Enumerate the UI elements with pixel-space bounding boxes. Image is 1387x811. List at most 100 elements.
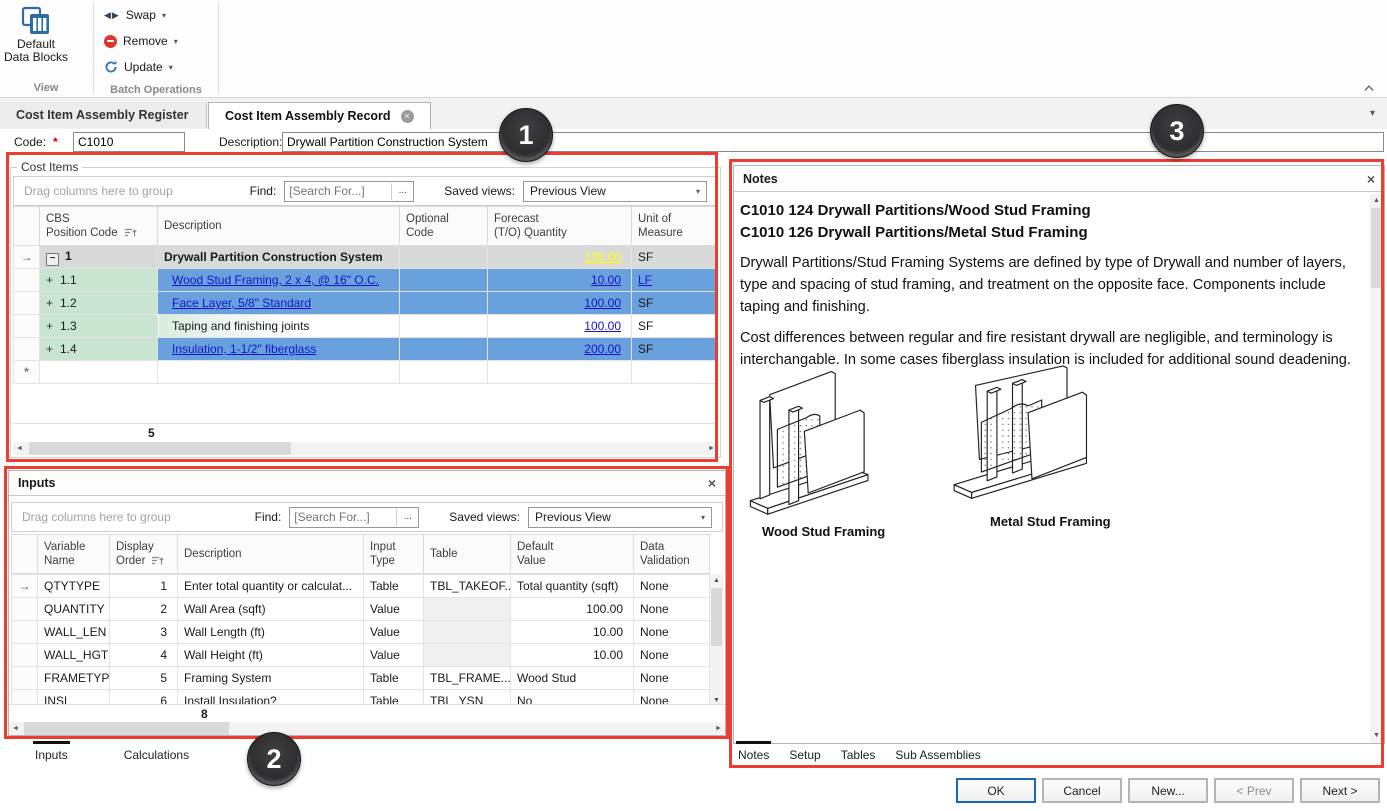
- variable-cell[interactable]: WALL_HGT: [38, 643, 110, 666]
- tab-close-icon[interactable]: ×: [401, 110, 414, 123]
- forecast-qty-link[interactable]: 100.00: [584, 250, 621, 264]
- cost-items-hscrollbar[interactable]: ◄ ►: [13, 442, 718, 455]
- uom-link[interactable]: LF: [638, 273, 652, 287]
- forecast-qty-cell[interactable]: 100.00: [488, 246, 632, 269]
- col-unit-of-measure[interactable]: Unit of Measure: [632, 207, 718, 246]
- scroll-right-icon[interactable]: ►: [705, 442, 718, 455]
- forecast-qty-link[interactable]: 100.00: [584, 296, 621, 310]
- default-value-cell[interactable]: 100.00: [511, 597, 634, 620]
- ok-button[interactable]: OK: [956, 778, 1036, 803]
- table-cell[interactable]: TBL_YSN: [424, 689, 511, 703]
- tab-tables[interactable]: Tables: [839, 741, 878, 768]
- group-by-drop-zone[interactable]: Drag columns here to group: [22, 510, 171, 524]
- new-button[interactable]: New...: [1128, 778, 1208, 803]
- optional-code-cell[interactable]: [400, 315, 488, 338]
- input-type-cell[interactable]: Value: [364, 643, 424, 666]
- input-type-cell[interactable]: Table: [364, 666, 424, 689]
- expand-icon[interactable]: +: [46, 296, 60, 310]
- forecast-qty-cell[interactable]: 200.00: [488, 338, 632, 361]
- validation-cell[interactable]: None: [634, 597, 710, 620]
- uom-cell[interactable]: SF: [632, 292, 718, 315]
- cost-item-link[interactable]: Insulation, 1-1/2" fiberglass: [172, 342, 316, 356]
- expand-icon[interactable]: +: [46, 273, 60, 287]
- description-cell[interactable]: Install Insulation?: [178, 689, 364, 703]
- scroll-down-icon[interactable]: ▼: [1370, 729, 1383, 742]
- cbs-code-cell[interactable]: +1.2: [40, 292, 158, 315]
- description-input[interactable]: [282, 132, 1384, 152]
- expand-icon[interactable]: +: [46, 319, 60, 333]
- optional-code-cell[interactable]: [400, 269, 488, 292]
- input-type-cell[interactable]: Value: [364, 597, 424, 620]
- search-options-button[interactable]: ...: [396, 509, 418, 526]
- col-table[interactable]: Table: [424, 534, 511, 573]
- default-value-cell[interactable]: 10.00: [511, 643, 634, 666]
- cbs-code-cell[interactable]: +1.1: [40, 269, 158, 292]
- input-type-cell[interactable]: Table: [364, 574, 424, 597]
- inputs-hscrollbar[interactable]: ◄ ►: [9, 722, 725, 735]
- tab-list-dropdown-icon[interactable]: ▾: [1370, 108, 1375, 119]
- vscroll-thumb[interactable]: [711, 588, 722, 646]
- col-forecast-quantity[interactable]: Forecast (T/O) Quantity: [488, 207, 632, 246]
- variable-cell[interactable]: INSL: [38, 689, 110, 703]
- search-options-button[interactable]: ...: [391, 183, 413, 200]
- default-value-cell[interactable]: Total quantity (sqft): [511, 574, 634, 597]
- inputs-close-icon[interactable]: ×: [708, 476, 716, 490]
- update-button[interactable]: Update ▾: [94, 54, 218, 80]
- prev-button[interactable]: < Prev: [1214, 778, 1294, 803]
- notes-close-icon[interactable]: ×: [1367, 172, 1375, 186]
- description-cell[interactable]: Drywall Partition Construction System: [158, 246, 400, 269]
- description-cell[interactable]: Insulation, 1-1/2" fiberglass: [158, 338, 400, 361]
- new-row[interactable]: *: [14, 361, 718, 384]
- uom-cell[interactable]: SF: [632, 246, 718, 269]
- col-cbs-position-code[interactable]: CBS Position Code: [40, 207, 158, 246]
- col-default-value[interactable]: Default Value: [511, 534, 634, 573]
- tab-sub-assemblies[interactable]: Sub Assemblies: [893, 741, 982, 768]
- order-cell[interactable]: 6: [110, 689, 178, 703]
- default-value-cell[interactable]: No: [511, 689, 634, 703]
- cost-item-link[interactable]: Face Layer, 5/8" Standard: [172, 296, 311, 310]
- forecast-qty-link[interactable]: 100.00: [584, 319, 621, 333]
- col-input-type[interactable]: Input Type: [364, 534, 424, 573]
- order-cell[interactable]: 1: [110, 574, 178, 597]
- tab-inputs[interactable]: Inputs: [33, 741, 70, 768]
- default-data-blocks-button[interactable]: Default Data Blocks: [3, 3, 69, 79]
- description-cell[interactable]: Taping and finishing joints: [158, 315, 400, 338]
- order-cell[interactable]: 3: [110, 620, 178, 643]
- optional-code-cell[interactable]: [400, 292, 488, 315]
- uom-cell[interactable]: SF: [632, 338, 718, 361]
- col-data-validation[interactable]: Data Validation: [634, 534, 710, 573]
- description-cell[interactable]: Face Layer, 5/8" Standard: [158, 292, 400, 315]
- table-cell[interactable]: TBL_TAKEOF...: [424, 574, 511, 597]
- forecast-qty-cell[interactable]: 10.00: [488, 269, 632, 292]
- tab-notes[interactable]: Notes: [736, 741, 771, 768]
- default-value-cell[interactable]: 10.00: [511, 620, 634, 643]
- optional-code-cell[interactable]: [400, 246, 488, 269]
- variable-cell[interactable]: QTYTYPE: [38, 574, 110, 597]
- validation-cell[interactable]: None: [634, 643, 710, 666]
- input-type-cell[interactable]: Value: [364, 620, 424, 643]
- order-cell[interactable]: 2: [110, 597, 178, 620]
- next-button[interactable]: Next >: [1300, 778, 1380, 803]
- cbs-code-cell[interactable]: −1: [40, 246, 158, 269]
- description-cell[interactable]: Wood Stud Framing, 2 x 4, @ 16" O.C.: [158, 269, 400, 292]
- col-description[interactable]: Description: [178, 534, 364, 573]
- hscroll-thumb[interactable]: [29, 442, 291, 455]
- code-input[interactable]: [73, 132, 185, 152]
- col-description[interactable]: Description: [158, 207, 400, 246]
- uom-cell[interactable]: SF: [632, 315, 718, 338]
- description-cell[interactable]: Enter total quantity or calculat...: [178, 574, 364, 597]
- group-by-drop-zone[interactable]: Drag columns here to group: [24, 184, 173, 198]
- optional-code-cell[interactable]: [400, 338, 488, 361]
- forecast-qty-cell[interactable]: 100.00: [488, 315, 632, 338]
- description-cell[interactable]: Wall Area (sqft): [178, 597, 364, 620]
- col-optional-code[interactable]: Optional Code: [400, 207, 488, 246]
- notes-vscrollbar[interactable]: ▲ ▼: [1370, 194, 1383, 742]
- description-cell[interactable]: Wall Height (ft): [178, 643, 364, 666]
- collapse-icon[interactable]: −: [46, 253, 59, 266]
- hscroll-thumb[interactable]: [24, 722, 229, 735]
- swap-button[interactable]: ◀▶ Swap ▾: [94, 2, 218, 28]
- validation-cell[interactable]: None: [634, 689, 710, 703]
- notes-content[interactable]: C1010 124 Drywall Partitions/Wood Stud F…: [734, 192, 1384, 749]
- input-type-cell[interactable]: Table: [364, 689, 424, 703]
- variable-cell[interactable]: FRAMETYPE: [38, 666, 110, 689]
